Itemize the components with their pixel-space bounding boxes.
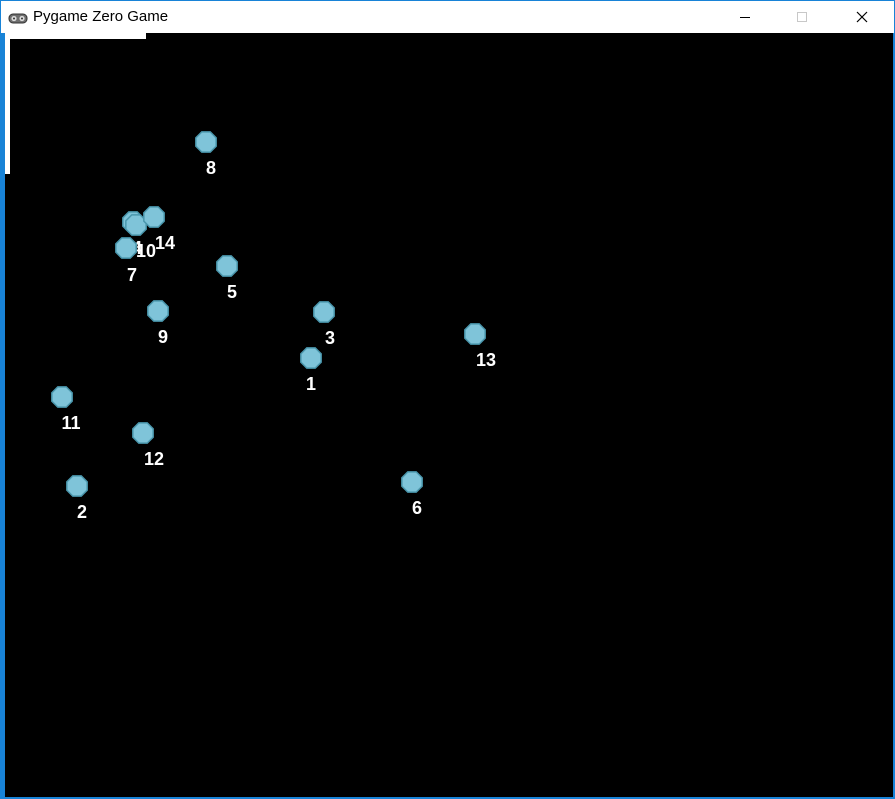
balls-layer: 4123568911121310714 bbox=[51, 131, 496, 522]
ball-label: 1 bbox=[306, 374, 316, 394]
maximize-button[interactable] bbox=[779, 1, 825, 33]
maximize-icon bbox=[796, 8, 808, 27]
window-title: Pygame Zero Game bbox=[33, 8, 169, 25]
ball-shape bbox=[143, 206, 165, 228]
ball-6: 6 bbox=[401, 471, 423, 518]
ball-label: 7 bbox=[127, 265, 137, 285]
game-scene: 4123568911121310714 bbox=[5, 33, 496, 522]
ball-label: 14 bbox=[155, 233, 175, 253]
ball-12: 12 bbox=[132, 422, 164, 469]
ball-shape bbox=[464, 323, 486, 345]
ball-label: 2 bbox=[77, 502, 87, 522]
ball-label: 13 bbox=[476, 350, 496, 370]
ball-label: 10 bbox=[136, 241, 156, 261]
ball-label: 6 bbox=[412, 498, 422, 518]
ball-shape bbox=[66, 475, 88, 497]
ball-label: 12 bbox=[144, 449, 164, 469]
close-icon bbox=[856, 8, 868, 27]
ball-9: 9 bbox=[147, 300, 169, 347]
ball-2: 2 bbox=[66, 475, 88, 522]
ball-shape bbox=[51, 386, 73, 408]
white-wall bbox=[5, 33, 146, 174]
ball-13: 13 bbox=[464, 323, 496, 370]
ball-5: 5 bbox=[216, 255, 238, 302]
ball-shape bbox=[132, 422, 154, 444]
ball-7: 7 bbox=[115, 237, 137, 285]
ball-shape bbox=[147, 300, 169, 322]
ball-shape bbox=[115, 237, 137, 259]
ball-shape bbox=[313, 301, 335, 323]
ball-8: 8 bbox=[195, 131, 217, 178]
ball-label: 5 bbox=[227, 282, 237, 302]
close-button[interactable] bbox=[839, 1, 885, 33]
ball-3: 3 bbox=[313, 301, 335, 348]
ball-shape bbox=[216, 255, 238, 277]
game-canvas[interactable]: 4 1 2 3 5 6 8 9 11 12 13 10 7 14 bbox=[5, 33, 893, 797]
ball-shape bbox=[300, 347, 322, 369]
ball-1: 1 bbox=[300, 347, 322, 394]
ball-label: 8 bbox=[206, 158, 216, 178]
game-window: Pygame Zero Game 4 1 2 3 5 6 8 9 11 12 13 10 7 14 bbox=[0, 0, 895, 799]
minimize-icon bbox=[739, 8, 751, 27]
minimize-button[interactable] bbox=[722, 1, 768, 33]
ball-11: 11 bbox=[51, 386, 81, 433]
ball-shape bbox=[195, 131, 217, 153]
title-bar[interactable]: Pygame Zero Game bbox=[1, 1, 894, 33]
ball-label: 11 bbox=[61, 413, 80, 433]
pygame-controller-icon bbox=[8, 10, 28, 24]
ball-label: 3 bbox=[325, 328, 335, 348]
ball-label: 9 bbox=[158, 327, 168, 347]
ball-shape bbox=[401, 471, 423, 493]
